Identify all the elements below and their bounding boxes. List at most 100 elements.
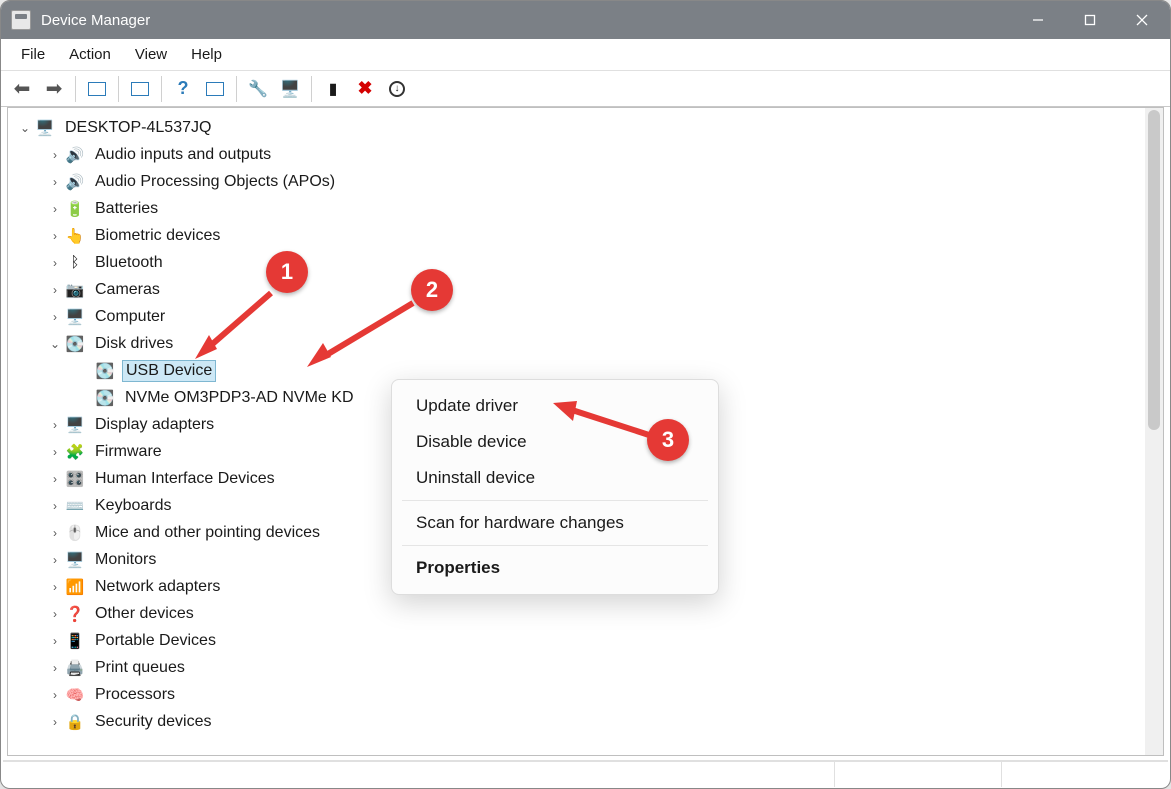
tree-item-label[interactable]: Bluetooth	[92, 253, 166, 273]
device-icon: 👆	[64, 227, 86, 245]
context-scan-hardware[interactable]: Scan for hardware changes	[392, 505, 718, 541]
update-driver-button[interactable]: 🔧	[243, 74, 273, 104]
tree-item[interactable]: 🖥️Computer	[8, 303, 1141, 330]
tree-item-label[interactable]: Network adapters	[92, 577, 223, 597]
tree-item-label[interactable]: Processors	[92, 685, 178, 705]
forward-button[interactable]: ➡	[39, 74, 69, 104]
window-title: Device Manager	[41, 12, 1012, 29]
context-uninstall-device[interactable]: Uninstall device	[392, 460, 718, 496]
expand-caret[interactable]	[16, 121, 34, 135]
disable-device-button[interactable]: ✖	[350, 74, 380, 104]
tree-item-label[interactable]: Computer	[92, 307, 168, 327]
tree-item[interactable]: 🖥️ DESKTOP-4L537JQ	[8, 114, 1141, 141]
help-button[interactable]: ?	[168, 74, 198, 104]
expand-caret[interactable]	[46, 580, 64, 594]
tree-item-label[interactable]: Portable Devices	[92, 631, 219, 651]
expand-caret[interactable]	[46, 229, 64, 243]
tree-item-label[interactable]: Disk drives	[92, 334, 176, 354]
tree-item[interactable]: ᛒBluetooth	[8, 249, 1141, 276]
tree-item-label[interactable]: Print queues	[92, 658, 188, 678]
expand-caret[interactable]	[46, 607, 64, 621]
tree-item-label[interactable]: Keyboards	[92, 496, 175, 516]
properties-icon	[131, 82, 149, 96]
statusbar-cell	[1001, 762, 1168, 787]
tree-item[interactable]: 🔋Batteries	[8, 195, 1141, 222]
tree-item-label[interactable]: Cameras	[92, 280, 163, 300]
device-icon: 🎛️	[64, 470, 86, 488]
expand-caret[interactable]	[46, 472, 64, 486]
tree-item-label[interactable]: Audio inputs and outputs	[92, 145, 274, 165]
tree-item[interactable]: 💽Disk drives	[8, 330, 1141, 357]
expand-caret[interactable]	[46, 256, 64, 270]
tree-item-label[interactable]: Other devices	[92, 604, 197, 624]
expand-caret[interactable]	[46, 310, 64, 324]
scan-hardware-button[interactable]: 🖥️	[275, 74, 305, 104]
menu-view[interactable]: View	[125, 42, 177, 67]
expand-caret[interactable]	[46, 445, 64, 459]
x-icon: ✖	[357, 78, 372, 99]
device-icon: 🖥️	[64, 551, 86, 569]
expand-caret[interactable]	[46, 202, 64, 216]
device-icon: 🖥️	[34, 119, 56, 137]
scrollbar[interactable]	[1145, 108, 1163, 755]
enable-device-button[interactable]: ▮	[318, 74, 348, 104]
tree-item-label[interactable]: USB Device	[122, 360, 216, 382]
tree-item-label[interactable]: DESKTOP-4L537JQ	[62, 118, 214, 138]
tree-item[interactable]: 📷Cameras	[8, 276, 1141, 303]
close-button[interactable]	[1116, 1, 1168, 39]
expand-caret[interactable]	[46, 553, 64, 567]
context-separator	[402, 500, 708, 501]
tree-item[interactable]: ❓Other devices	[8, 600, 1141, 627]
menu-action[interactable]: Action	[59, 42, 121, 67]
expand-caret[interactable]	[46, 661, 64, 675]
expand-caret[interactable]	[46, 688, 64, 702]
scrollbar-thumb[interactable]	[1148, 110, 1160, 430]
tree-item-label[interactable]: Biometric devices	[92, 226, 223, 246]
expand-caret[interactable]	[46, 634, 64, 648]
tree-item[interactable]: 🖨️Print queues	[8, 654, 1141, 681]
device-icon: 🧩	[64, 443, 86, 461]
minimize-button[interactable]	[1012, 1, 1064, 39]
tree-item-label[interactable]: Firmware	[92, 442, 165, 462]
uninstall-device-button[interactable]: ↓	[382, 74, 412, 104]
separator	[311, 76, 312, 102]
expand-caret[interactable]	[46, 526, 64, 540]
tree-item-label[interactable]: Mice and other pointing devices	[92, 523, 323, 543]
tree-item-label[interactable]: Audio Processing Objects (APOs)	[92, 172, 338, 192]
expand-caret[interactable]	[46, 175, 64, 189]
expand-caret[interactable]	[46, 499, 64, 513]
tree-item[interactable]: 🔊Audio Processing Objects (APOs)	[8, 168, 1141, 195]
device-manager-window: Device Manager File Action View Help ⬅ ➡…	[0, 0, 1171, 789]
tree-item[interactable]: 👆 Biometric devices	[8, 222, 1141, 249]
context-properties[interactable]: Properties	[392, 550, 718, 586]
view-button[interactable]	[200, 74, 230, 104]
tree-item-label[interactable]: NVMe OM3PDP3-AD NVMe KD	[122, 388, 357, 408]
down-circle-icon: ↓	[389, 81, 405, 97]
maximize-button[interactable]	[1064, 1, 1116, 39]
device-icon: 📶	[64, 578, 86, 596]
tree-item[interactable]: 🧠Processors	[8, 681, 1141, 708]
device-icon: 🔒	[64, 713, 86, 731]
tree-item[interactable]: 📱Portable Devices	[8, 627, 1141, 654]
show-hidden-button[interactable]	[82, 74, 112, 104]
tree-item-label[interactable]: Human Interface Devices	[92, 469, 278, 489]
tree-item-label[interactable]: Display adapters	[92, 415, 217, 435]
tree-item[interactable]: 🔊Audio inputs and outputs	[8, 141, 1141, 168]
expand-caret[interactable]	[46, 148, 64, 162]
properties-button[interactable]	[125, 74, 155, 104]
statusbar-cell	[834, 762, 1001, 787]
expand-caret[interactable]	[46, 283, 64, 297]
tree-item-label[interactable]: Monitors	[92, 550, 159, 570]
menu-help[interactable]: Help	[181, 42, 232, 67]
tree-item[interactable]: 🔒 Security devices	[8, 708, 1141, 735]
expand-caret[interactable]	[46, 418, 64, 432]
expand-caret[interactable]	[46, 337, 64, 351]
expand-caret[interactable]	[46, 715, 64, 729]
tree-item-label[interactable]: Batteries	[92, 199, 161, 219]
menu-file[interactable]: File	[11, 42, 55, 67]
tree-item-label[interactable]: Security devices	[92, 712, 215, 732]
device-icon: 🖱️	[64, 524, 86, 542]
back-button[interactable]: ⬅	[7, 74, 37, 104]
annotation-3-label: 3	[662, 427, 674, 453]
annotation-2-label: 2	[426, 277, 438, 303]
